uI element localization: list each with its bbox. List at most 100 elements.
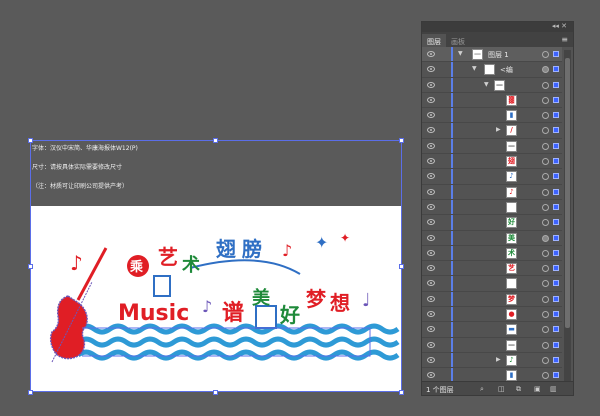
expand-toggle-icon[interactable]: ▶ [496, 356, 501, 363]
resize-handle[interactable] [399, 264, 404, 269]
selection-indicator[interactable] [553, 112, 559, 119]
expand-toggle-icon[interactable]: ▼ [484, 81, 489, 88]
layer-row[interactable]: ▓ [422, 92, 562, 109]
visibility-eye-icon[interactable] [427, 326, 435, 333]
tab-layers[interactable]: 图层 [422, 34, 446, 47]
selection-indicator[interactable] [553, 173, 559, 180]
selection-indicator[interactable] [553, 280, 559, 287]
selection-indicator[interactable] [553, 96, 559, 103]
selection-indicator[interactable] [553, 249, 559, 256]
resize-handle[interactable] [399, 138, 404, 143]
selection-indicator[interactable] [553, 188, 559, 195]
new-sublayer-icon[interactable]: ⧉ [516, 385, 521, 394]
visibility-eye-icon[interactable] [427, 265, 435, 272]
selection-indicator[interactable] [553, 81, 559, 88]
layer-row[interactable]: 好 [422, 215, 562, 231]
target-circle-icon[interactable] [542, 311, 549, 319]
layer-row[interactable]: ♪ [422, 169, 562, 185]
scrollbar-thumb[interactable] [565, 58, 570, 328]
target-circle-icon[interactable] [542, 158, 549, 166]
target-circle-icon[interactable] [542, 142, 549, 150]
layer-row[interactable]: ▬ [422, 322, 562, 338]
selection-indicator[interactable] [553, 295, 559, 302]
selection-indicator[interactable] [553, 326, 559, 333]
target-circle-icon[interactable] [542, 265, 549, 273]
target-circle-icon[interactable] [542, 127, 549, 135]
selection-indicator[interactable] [553, 372, 559, 379]
selection-indicator[interactable] [553, 356, 559, 363]
resize-handle[interactable] [213, 390, 218, 395]
target-circle-icon[interactable] [542, 372, 549, 380]
layer-name[interactable]: 图层 1 [488, 50, 509, 60]
resize-handle[interactable] [213, 138, 218, 143]
layer-row[interactable]: ▼ <编 [422, 62, 562, 78]
target-circle-icon[interactable] [542, 280, 549, 288]
selection-indicator[interactable] [553, 311, 559, 318]
target-circle-icon[interactable] [542, 51, 549, 58]
layer-row[interactable]: ▶ ♪ [422, 352, 562, 369]
tab-artboards[interactable]: 画板 [446, 34, 470, 47]
selection-indicator[interactable] [553, 341, 559, 348]
make-clipping-mask-icon[interactable]: ◫ [498, 385, 505, 393]
layer-row[interactable]: ● [422, 307, 562, 323]
visibility-eye-icon[interactable] [427, 341, 435, 348]
visibility-eye-icon[interactable] [427, 81, 435, 88]
layer-row[interactable]: — [422, 337, 562, 353]
visibility-eye-icon[interactable] [427, 173, 435, 180]
target-circle-icon[interactable] [542, 112, 549, 120]
layer-row[interactable]: ▮ [422, 108, 562, 124]
panel-menu-icon[interactable]: ≡ [561, 35, 568, 44]
target-circle-icon[interactable] [542, 234, 549, 242]
target-circle-icon[interactable] [542, 249, 549, 257]
target-circle-icon[interactable] [542, 173, 549, 181]
visibility-eye-icon[interactable] [427, 372, 435, 379]
target-circle-icon[interactable] [542, 96, 549, 104]
scrollbar[interactable] [564, 50, 571, 385]
locate-object-icon[interactable]: ⌕ [480, 385, 484, 394]
layer-row[interactable]: ▼ — [422, 77, 562, 93]
visibility-eye-icon[interactable] [427, 66, 435, 73]
selection-bounding-box[interactable] [30, 140, 402, 392]
layer-row[interactable] [422, 199, 562, 216]
selection-indicator[interactable] [553, 234, 559, 241]
visibility-eye-icon[interactable] [427, 188, 435, 195]
target-circle-icon[interactable] [542, 81, 549, 89]
visibility-eye-icon[interactable] [427, 234, 435, 241]
target-circle-icon[interactable] [542, 203, 549, 211]
visibility-eye-icon[interactable] [427, 203, 435, 210]
visibility-eye-icon[interactable] [427, 112, 435, 119]
target-circle-icon[interactable] [542, 356, 549, 364]
panel-title-bar[interactable]: ◂◂ ✕ [422, 22, 573, 32]
resize-handle[interactable] [28, 264, 33, 269]
selection-indicator[interactable] [553, 203, 559, 210]
selection-indicator[interactable] [553, 142, 559, 149]
target-circle-icon[interactable] [542, 295, 549, 303]
layer-row[interactable]: 翅 [422, 154, 562, 170]
layer-row[interactable]: 梦 [422, 291, 562, 308]
resize-handle[interactable] [399, 390, 404, 395]
layer-row[interactable]: 术 [422, 245, 562, 262]
target-circle-icon[interactable] [542, 326, 549, 334]
target-circle-icon[interactable] [542, 66, 549, 74]
layer-row[interactable]: 美 [422, 230, 562, 246]
visibility-eye-icon[interactable] [427, 127, 435, 134]
layer-row[interactable] [422, 276, 562, 292]
expand-toggle-icon[interactable]: ▼ [472, 65, 477, 72]
selection-indicator[interactable] [553, 219, 559, 226]
target-circle-icon[interactable] [542, 188, 549, 196]
visibility-eye-icon[interactable] [427, 158, 435, 165]
visibility-eye-icon[interactable] [427, 142, 435, 149]
visibility-eye-icon[interactable] [427, 356, 435, 363]
layer-row[interactable]: ♪ [422, 184, 562, 200]
resize-handle[interactable] [28, 390, 33, 395]
new-layer-icon[interactable]: ▣ [534, 385, 541, 393]
visibility-eye-icon[interactable] [427, 295, 435, 302]
layer-row[interactable]: ▼ — 图层 1 [422, 47, 562, 63]
selection-indicator[interactable] [553, 66, 559, 73]
target-circle-icon[interactable] [542, 219, 549, 227]
layer-name[interactable]: <编 [500, 65, 513, 75]
selection-indicator[interactable] [553, 265, 559, 272]
visibility-eye-icon[interactable] [427, 249, 435, 256]
visibility-eye-icon[interactable] [427, 219, 435, 226]
double-chevron-icon[interactable]: ◂◂ ✕ [552, 22, 567, 30]
